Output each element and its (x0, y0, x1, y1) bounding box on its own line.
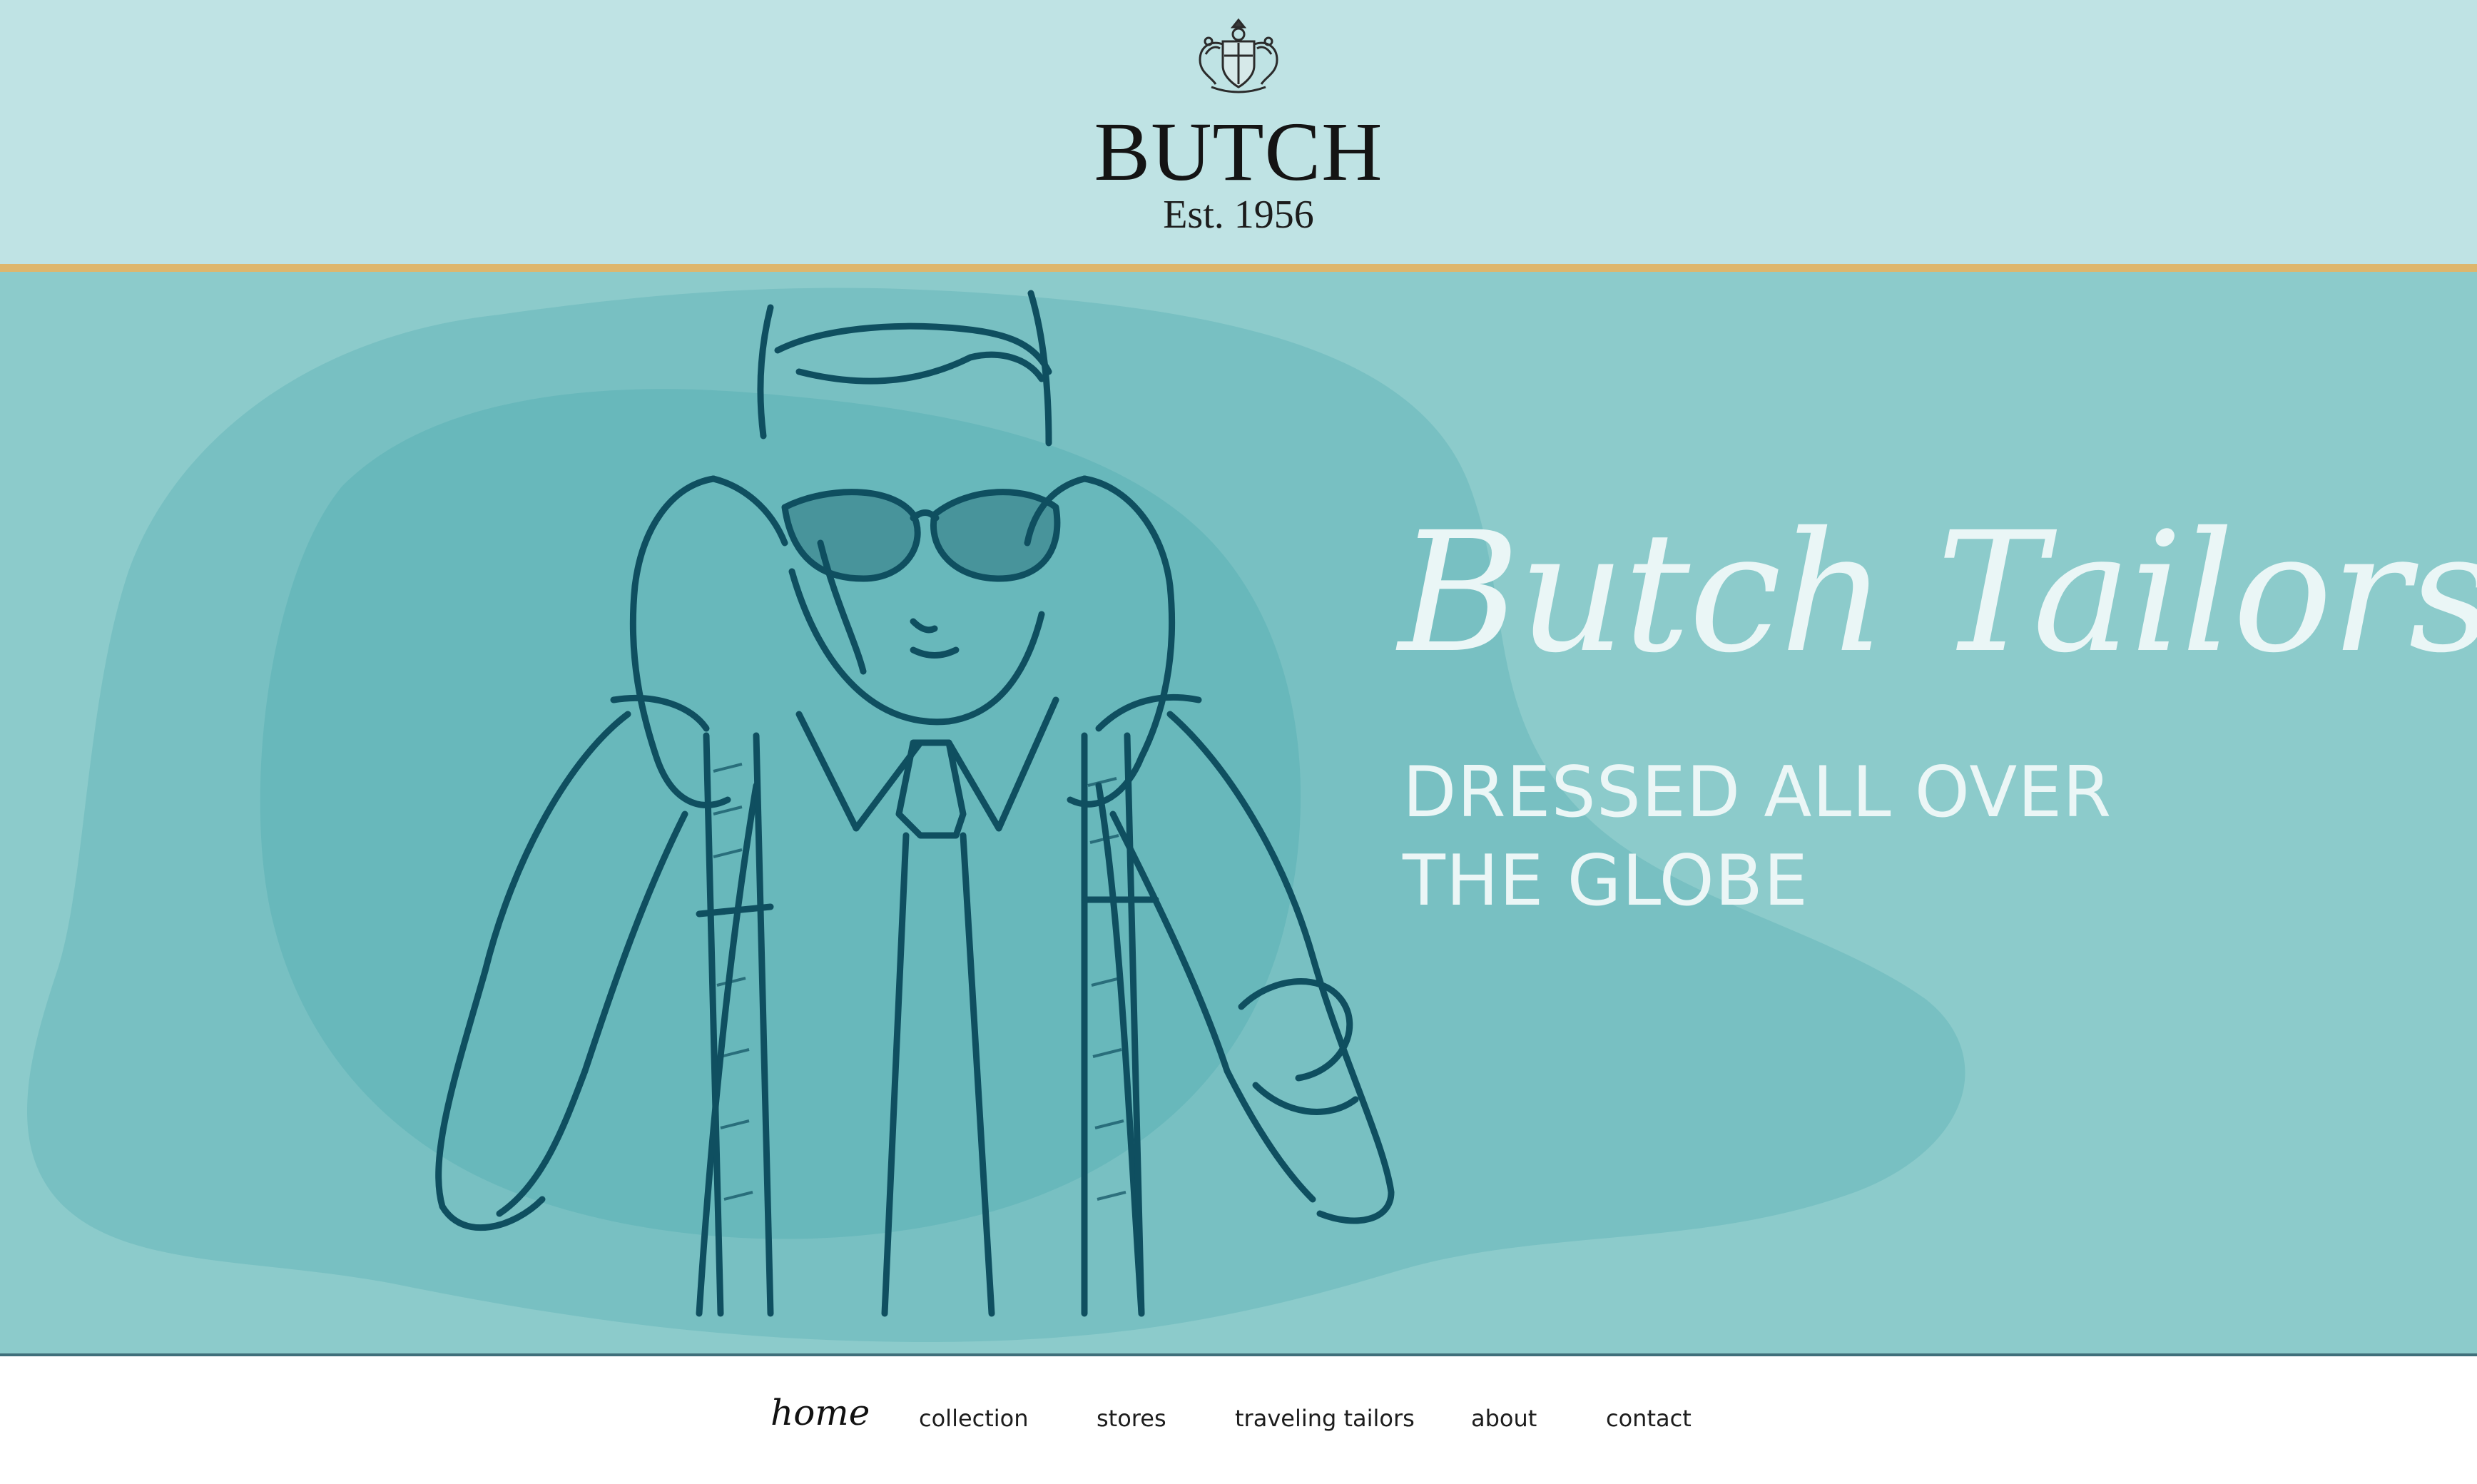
main-nav: home collection stores traveling tailors… (0, 1356, 2477, 1484)
header-divider (0, 264, 2477, 272)
hero-script-title: Butch Tailors (1398, 497, 2477, 689)
nav-item-about[interactable]: about (1471, 1398, 1537, 1439)
page: BUTCH Est. 1956 Butch Tailors DRESSED AL… (0, 0, 2477, 1484)
hero-tagline-line-2: THE GLOBE (1403, 840, 1809, 922)
nav-item-collection[interactable]: collection (919, 1398, 1029, 1439)
hero-tagline: DRESSED ALL OVER THE GLOBE (1403, 748, 2330, 925)
nav-item-contact[interactable]: contact (1606, 1398, 1692, 1439)
nav-item-stores[interactable]: stores (1097, 1398, 1166, 1439)
hero-section: Butch Tailors DRESSED ALL OVER THE GLOBE (0, 272, 2477, 1356)
hero-tagline-line-1: DRESSED ALL OVER (1403, 752, 2112, 833)
nav-item-home[interactable]: home (770, 1388, 870, 1438)
crest-icon (1199, 18, 1278, 93)
site-header: BUTCH Est. 1956 (0, 0, 2477, 264)
nav-item-traveling-tailors[interactable]: traveling tailors (1235, 1398, 1415, 1439)
brand-established: Est. 1956 (1163, 193, 1314, 237)
